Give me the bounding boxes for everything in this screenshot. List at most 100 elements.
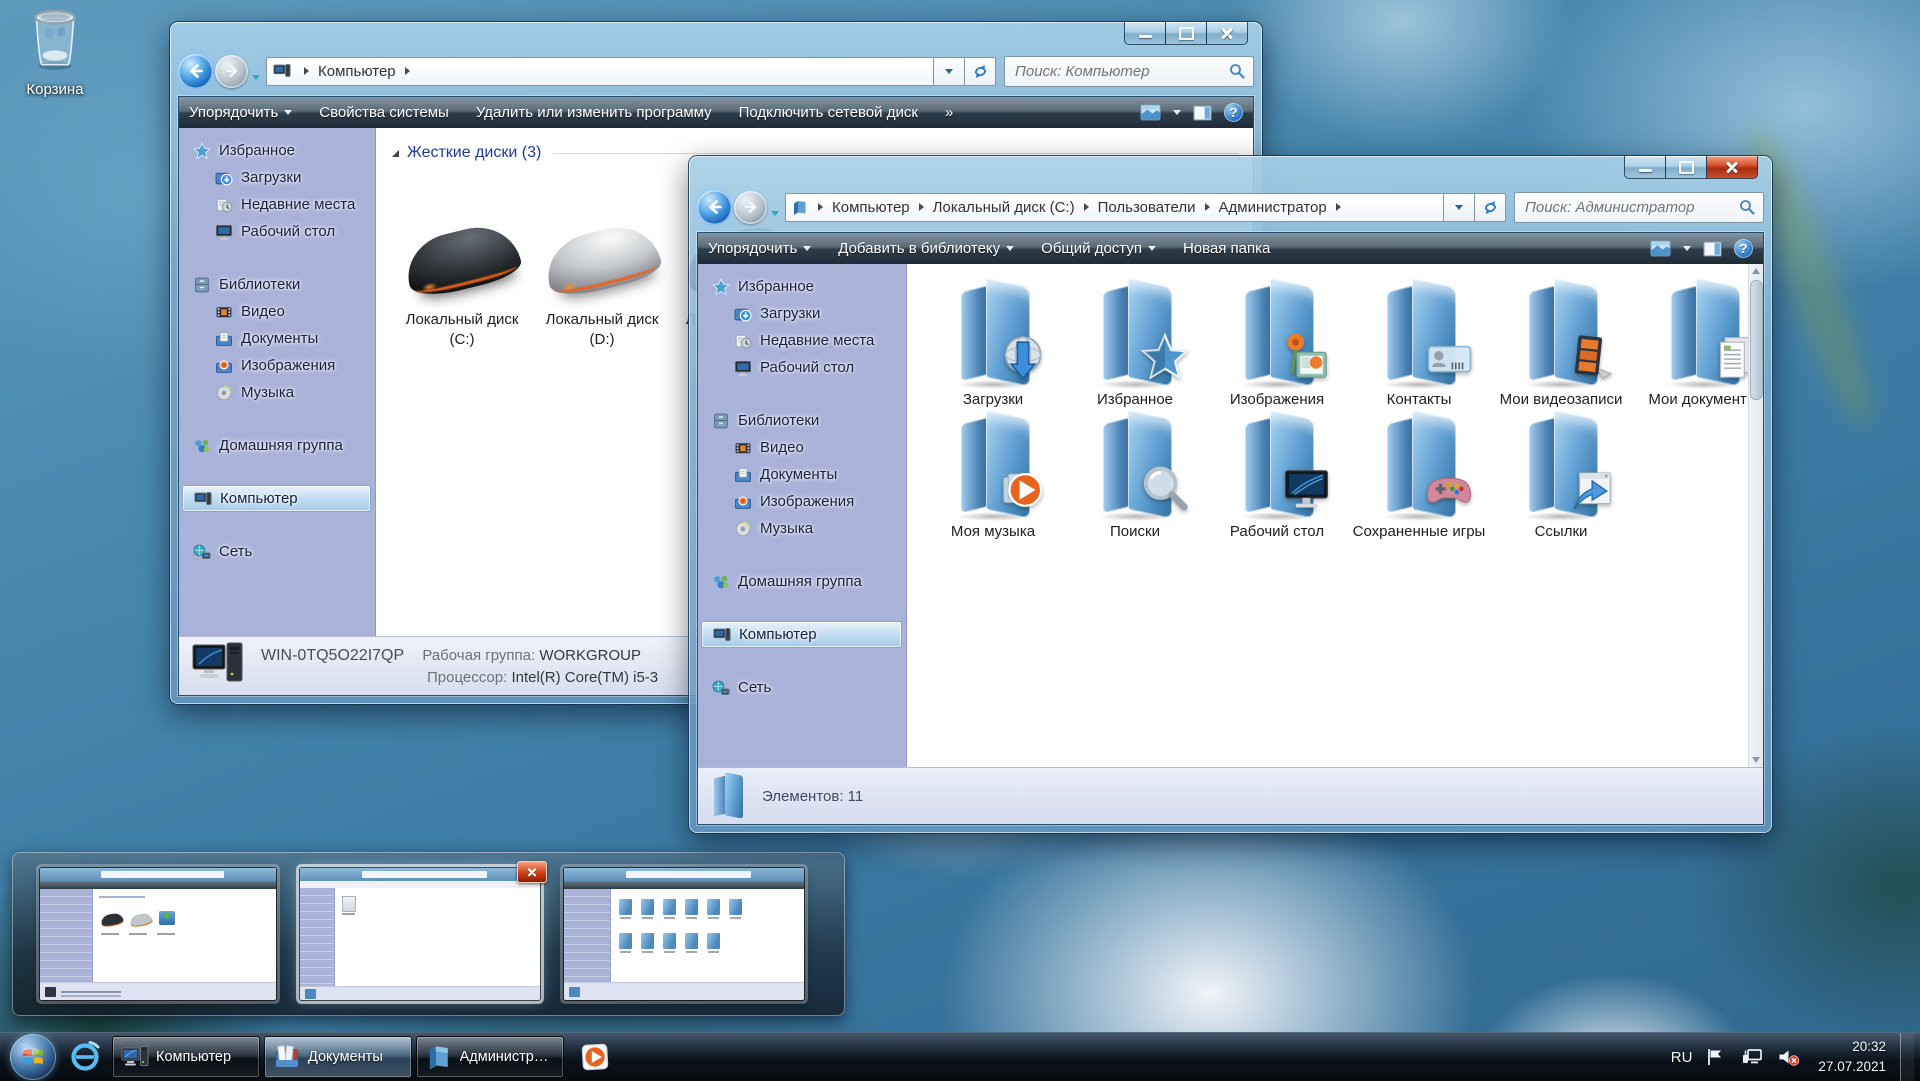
toolbar-item[interactable]: Подключить сетевой диск (739, 104, 918, 121)
sidebar-item-homegroup[interactable]: Домашняя группа (179, 432, 375, 459)
folder-item-desktop[interactable]: Рабочий стол (1207, 410, 1347, 542)
sidebar-item-documents[interactable]: Документы (698, 461, 906, 488)
search-box[interactable] (1514, 192, 1764, 223)
folder-item-documents[interactable]: Мои документы (1633, 278, 1748, 410)
thumbnail-computer-window[interactable] (40, 868, 276, 1000)
help-button[interactable]: ? (1224, 103, 1243, 122)
preview-pane-icon[interactable] (1193, 105, 1212, 121)
media-player-button[interactable] (574, 1036, 616, 1078)
toolbar-item[interactable]: Общий доступ (1041, 240, 1156, 257)
toolbar-item[interactable]: Свойства системы (319, 104, 449, 121)
breadcrumb-segment[interactable]: Локальный диск (C:) (933, 199, 1075, 216)
sidebar-item-pictures[interactable]: Изображения (698, 488, 906, 515)
preview-pane-icon[interactable] (1703, 241, 1722, 257)
internet-explorer-button[interactable] (64, 1036, 106, 1078)
scrollbar-thumb[interactable] (1750, 280, 1763, 400)
back-button[interactable] (178, 54, 213, 89)
administrator-window[interactable]: Компьютер Локальный диск (C:) Пользователи… (689, 156, 1772, 833)
recent-pages-chevron[interactable] (771, 211, 779, 216)
close-button[interactable] (1706, 156, 1758, 179)
folder-item-search[interactable]: Поиски (1065, 410, 1205, 542)
taskbar-button-компьютер[interactable]: Компьютер (112, 1036, 260, 1078)
sidebar-item-favorites[interactable]: Избранное (698, 273, 906, 300)
sidebar-item-computer[interactable]: Компьютер (701, 621, 902, 648)
folder-item-links[interactable]: Ссылки (1491, 410, 1631, 542)
address-bar[interactable]: Компьютер (266, 57, 934, 86)
refresh-button[interactable] (964, 57, 996, 86)
clock[interactable]: 20:32 27.07.2021 (1818, 1037, 1886, 1076)
thumbnail-administrator-window[interactable] (564, 868, 804, 1000)
search-input[interactable] (1523, 198, 1739, 217)
thumbnail-documents-window[interactable] (300, 868, 540, 1000)
sidebar-item-computer[interactable]: Компьютер (182, 485, 371, 512)
sidebar-item-downloads[interactable]: Загрузки (179, 164, 375, 191)
toolbar-item[interactable]: Упорядочить (189, 104, 292, 121)
search-box[interactable] (1004, 56, 1254, 87)
sidebar-item-favorites[interactable]: Избранное (179, 137, 375, 164)
show-desktop-button[interactable] (1900, 1033, 1914, 1081)
sidebar-item-homegroup[interactable]: Домашняя группа (698, 568, 906, 595)
folder-item-games[interactable]: Сохраненные игры (1349, 410, 1489, 542)
folder-item-music[interactable]: Моя музыка (923, 410, 1063, 542)
action-center-flag-icon[interactable] (1706, 1047, 1728, 1067)
language-indicator[interactable]: RU (1671, 1049, 1693, 1066)
volume-muted-icon[interactable] (1778, 1047, 1800, 1067)
sidebar-item-video[interactable]: Видео (698, 434, 906, 461)
search-input[interactable] (1013, 62, 1229, 81)
minimize-button[interactable] (1624, 156, 1666, 179)
views-icon[interactable] (1650, 240, 1671, 257)
address-location[interactable]: Компьютер (318, 63, 396, 80)
recent-pages-chevron[interactable] (252, 75, 260, 80)
views-dropdown-caret[interactable] (1173, 110, 1181, 115)
sidebar-item-network[interactable]: Сеть (179, 538, 375, 565)
sidebar-item-video[interactable]: Видео (179, 298, 375, 325)
toolbar-item[interactable]: » (945, 104, 953, 121)
taskbar-button-документы[interactable]: Документы (264, 1036, 412, 1078)
views-dropdown-caret[interactable] (1683, 246, 1691, 251)
folder-item-contacts[interactable]: Контакты (1349, 278, 1489, 410)
folder-item-favorites[interactable]: Избранное (1065, 278, 1205, 410)
address-dropdown-button[interactable] (933, 57, 965, 86)
folder-item-downloads[interactable]: Загрузки (923, 278, 1063, 410)
scroll-up-arrow[interactable] (1752, 268, 1760, 274)
address-dropdown-button[interactable] (1443, 193, 1475, 222)
sidebar-item-desktop[interactable]: Рабочий стол (179, 218, 375, 245)
folder-item-pictures[interactable]: Изображения (1207, 278, 1347, 410)
sidebar-item-network[interactable]: Сеть (698, 674, 906, 701)
sidebar-item-pictures[interactable]: Изображения (179, 352, 375, 379)
maximize-button[interactable] (1165, 22, 1207, 45)
help-button[interactable]: ? (1734, 239, 1753, 258)
toolbar-item[interactable]: Упорядочить (708, 240, 811, 257)
drive-item[interactable]: Локальный диск(C:) (396, 214, 528, 349)
toolbar-item[interactable]: Удалить или изменить программу (476, 104, 712, 121)
back-button[interactable] (697, 190, 732, 225)
sidebar-item-recent-places[interactable]: Недавние места (698, 327, 906, 354)
sidebar-item-desktop[interactable]: Рабочий стол (698, 354, 906, 381)
sidebar-item-libraries[interactable]: Библиотеки (698, 407, 906, 434)
recycle-bin[interactable]: Корзина (10, 6, 100, 98)
maximize-button[interactable] (1665, 156, 1707, 179)
sidebar-item-downloads[interactable]: Загрузки (698, 300, 906, 327)
thumbnail-close-button[interactable] (517, 861, 547, 883)
toolbar-item[interactable]: Новая папка (1183, 240, 1270, 257)
folder-item-videos[interactable]: Мои видеозаписи (1491, 278, 1631, 410)
forward-button[interactable] (215, 55, 248, 88)
network-icon[interactable] (1742, 1047, 1764, 1067)
forward-button[interactable] (734, 191, 767, 224)
sidebar-item-music[interactable]: Музыка (179, 379, 375, 406)
sidebar-item-libraries[interactable]: Библиотеки (179, 271, 375, 298)
breadcrumb-segment[interactable]: Компьютер (832, 199, 910, 216)
start-button[interactable] (10, 1034, 56, 1080)
folder-view[interactable]: ЗагрузкиИзбранноеИзображенияКонтактыМои … (907, 264, 1748, 767)
breadcrumb[interactable]: Компьютер Локальный диск (C:) Пользователи… (785, 193, 1444, 222)
sidebar-item-recent-places[interactable]: Недавние места (179, 191, 375, 218)
taskbar-button-администра-[interactable]: Администра… (416, 1036, 564, 1078)
toolbar-item[interactable]: Добавить в библиотеку (838, 240, 1014, 257)
minimize-button[interactable] (1124, 22, 1166, 45)
breadcrumb-segment[interactable]: Пользователи (1098, 199, 1196, 216)
vertical-scrollbar[interactable] (1748, 264, 1763, 767)
close-button[interactable] (1206, 22, 1248, 45)
drive-item[interactable]: Локальный диск(D:) (536, 214, 668, 349)
sidebar-item-documents[interactable]: Документы (179, 325, 375, 352)
refresh-button[interactable] (1474, 193, 1506, 222)
